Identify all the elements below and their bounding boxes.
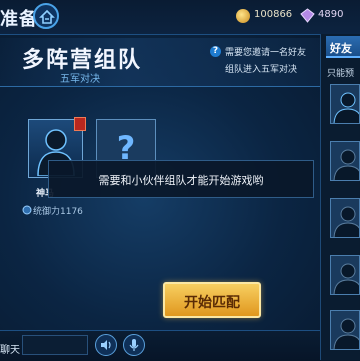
friend-avatar[interactable] <box>330 84 360 124</box>
friend-avatar[interactable] <box>330 310 360 350</box>
invite-hint-line2: 组队进入五军对决 <box>225 65 298 75</box>
chat-label: 聊天 <box>0 345 20 356</box>
avatar-silhouette-icon <box>333 206 359 237</box>
start-match-button[interactable]: 开始匹配 <box>163 282 261 318</box>
friend-avatar[interactable] <box>330 141 360 181</box>
start-match-label: 开始匹配 <box>184 295 240 311</box>
power-value: 统御力1176 <box>33 207 83 217</box>
speaker-icon <box>101 340 111 350</box>
mic-button[interactable] <box>123 334 145 356</box>
home-icon <box>39 9 55 24</box>
avatar-silhouette-icon <box>333 92 359 123</box>
toast-text: 需要和小伙伴组队才能开始游戏哟 <box>98 174 264 187</box>
avatar-silhouette-icon <box>333 149 359 180</box>
invite-hint-line1: 需要您邀请一名好友 <box>225 48 307 58</box>
gold-coin-icon <box>236 9 250 23</box>
avatar-silhouette-icon <box>333 263 359 294</box>
gem-amount: 4890 <box>318 9 344 20</box>
friend-avatar[interactable] <box>330 255 360 295</box>
info-icon: ? <box>210 46 221 57</box>
rank-badge <box>74 117 86 131</box>
toast-message: 需要和小伙伴组队才能开始游戏哟 <box>48 160 314 198</box>
voice-button[interactable] <box>95 334 117 356</box>
friends-filter-text: 只能预 <box>327 69 355 79</box>
friends-tab-label: 好友 <box>330 42 352 55</box>
power-icon <box>22 205 32 215</box>
microphone-icon <box>129 339 139 351</box>
chat-input[interactable] <box>22 335 88 355</box>
gem-icon <box>300 8 315 23</box>
mode-subtitle: 五军对决 <box>60 74 100 85</box>
avatar-silhouette-icon <box>333 318 359 349</box>
friend-avatar[interactable] <box>330 198 360 238</box>
tab-friends[interactable]: 好友 <box>326 36 360 58</box>
gold-amount: 100866 <box>254 9 293 20</box>
home-button[interactable] <box>33 3 59 29</box>
